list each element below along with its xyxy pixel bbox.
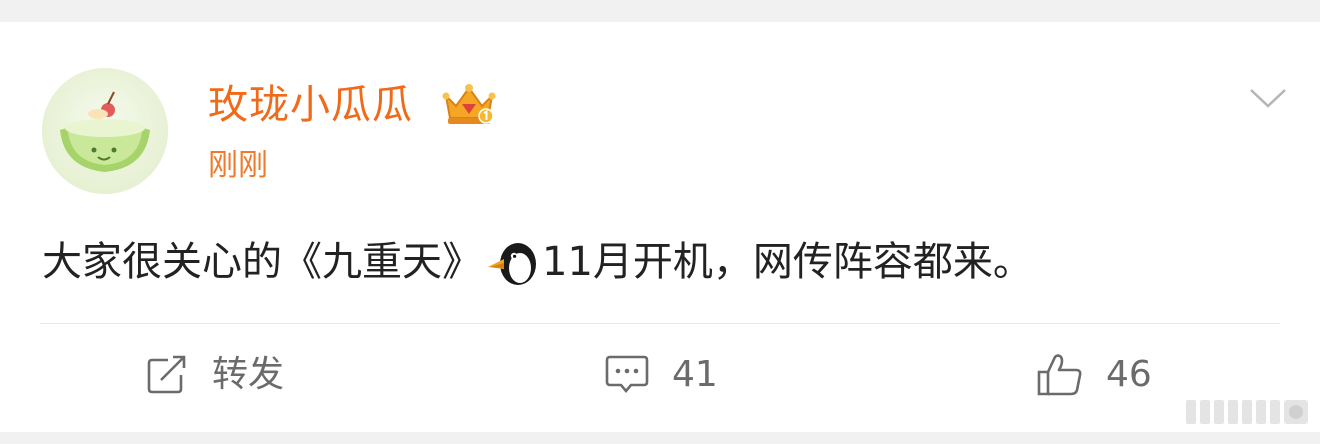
like-count: 46 xyxy=(1106,354,1152,395)
crown-badge-icon xyxy=(442,84,496,124)
watermark-icon xyxy=(1186,400,1308,424)
chevron-down-icon[interactable] xyxy=(1248,86,1288,110)
comment-button[interactable]: 41 xyxy=(604,350,718,400)
avatar[interactable] xyxy=(42,68,168,194)
repost-icon xyxy=(147,355,186,394)
comment-icon xyxy=(605,355,649,394)
like-button[interactable]: 46 xyxy=(1036,350,1152,400)
post-text: 大家很关心的《九重天》 11月开机，网传阵容都来。 xyxy=(42,232,1033,288)
like-icon xyxy=(1037,354,1082,396)
divider xyxy=(40,323,1280,324)
comment-count: 41 xyxy=(672,354,718,395)
repost-button[interactable]: 转发 xyxy=(146,350,284,400)
post-text-part-1: 大家很关心的《九重天》 xyxy=(42,239,482,285)
author-name[interactable]: 玫珑小瓜瓜 xyxy=(208,80,413,130)
penguin-emoji-icon xyxy=(488,243,536,285)
post-text-part-2: 11月开机，网传阵容都来。 xyxy=(542,239,1033,285)
post-time: 刚刚 xyxy=(208,148,268,183)
repost-label: 转发 xyxy=(212,354,285,395)
